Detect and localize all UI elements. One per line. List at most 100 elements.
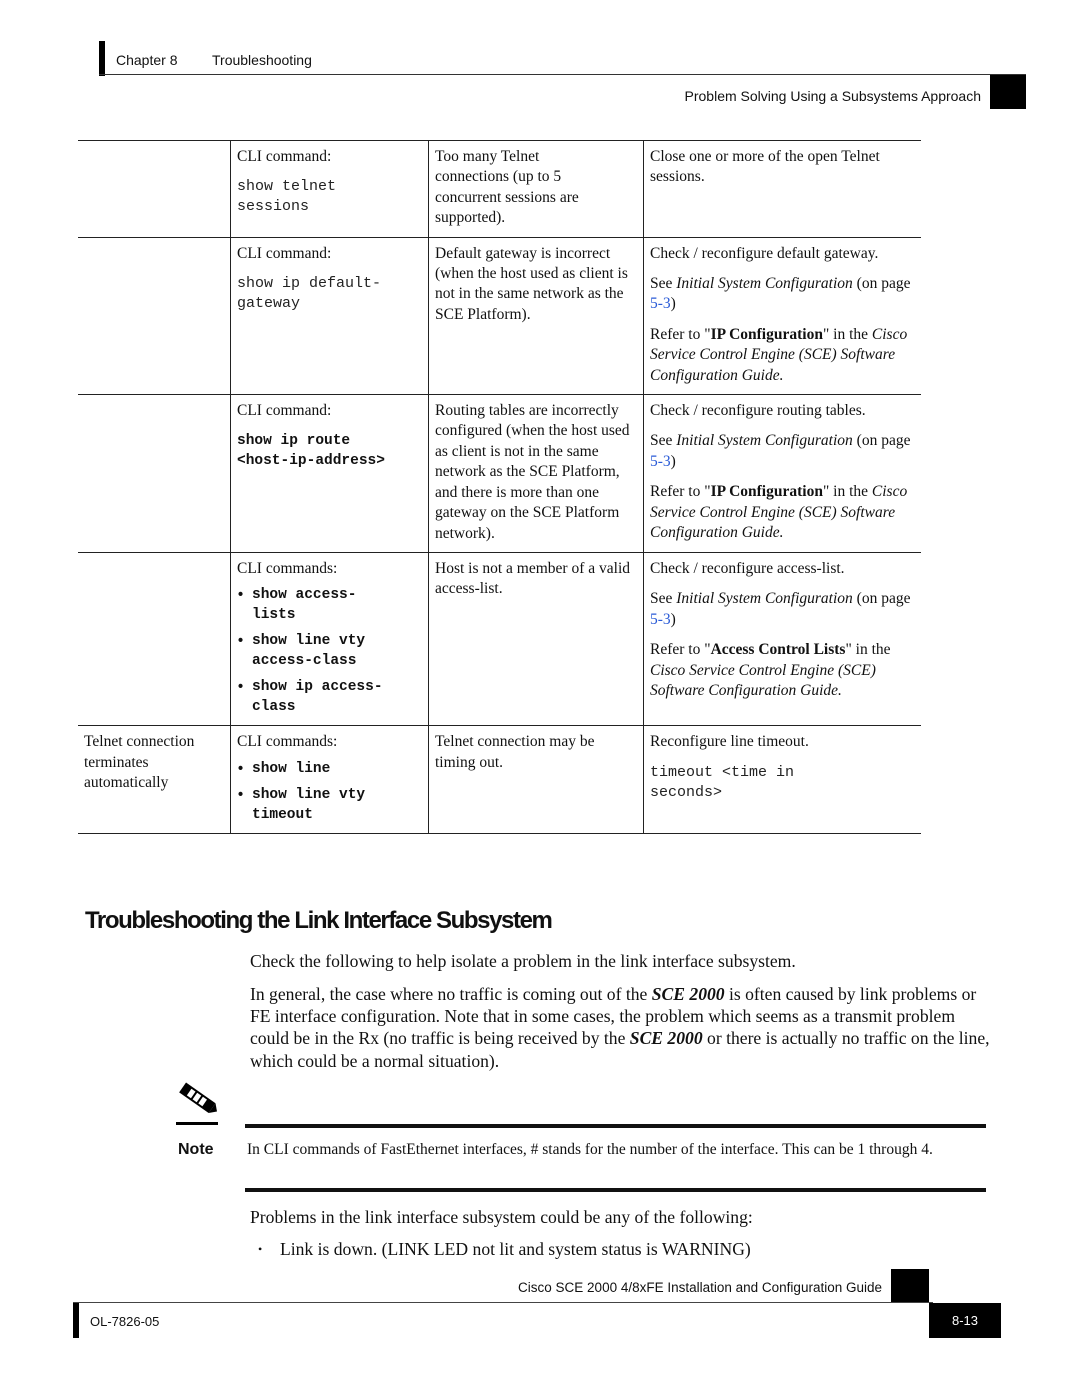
- solution-text: Check / reconfigure access-list.: [650, 559, 845, 577]
- section-heading: Troubleshooting the Link Interface Subsy…: [85, 907, 553, 934]
- note-label: Note: [178, 1141, 214, 1158]
- cause-cell: Default gateway is incorrect (when the h…: [428, 237, 643, 395]
- table-row: CLI command: show ip route <host-ip-addr…: [78, 394, 921, 552]
- cli-command-line: show ip route: [237, 433, 351, 450]
- refer-reference: Refer to "IP Configuration" in the Cisco…: [650, 325, 915, 386]
- table-row: CLI command: show ip default-gateway Def…: [78, 236, 921, 395]
- see-mid: (on page: [852, 275, 911, 293]
- see-reference: See Initial System Configuration (on pag…: [650, 274, 915, 315]
- diagnosis-label: CLI command:: [237, 244, 332, 262]
- see-prefix: See: [650, 432, 677, 450]
- refer-suffix: .: [838, 681, 842, 699]
- cli-command-item: show ip access-class: [237, 677, 407, 717]
- bullet-icon: •: [258, 1242, 263, 1256]
- see-reference: See Initial System Configuration (on pag…: [650, 589, 915, 630]
- cli-command-list: show line show line vty timeout: [237, 759, 422, 825]
- footer-rule: [73, 1302, 933, 1303]
- cli-command-item: show access-lists: [237, 585, 377, 625]
- diagnosis-cell: CLI command: show ip route <host-ip-addr…: [230, 395, 428, 552]
- problem-list-item: • Link is down. (LINK LED not lit and sys…: [258, 1238, 751, 1260]
- problem-cell: [78, 238, 230, 394]
- intro-paragraph: Check the following to help isolate a pr…: [250, 951, 796, 971]
- solution-text: Check / reconfigure routing tables.: [650, 402, 866, 420]
- problem-cell: [78, 395, 230, 552]
- cause-cell: Telnet connection may be timing out.: [428, 726, 643, 833]
- problem-cell: [78, 553, 230, 725]
- cause-cell: Routing tables are incorrectly configure…: [428, 395, 643, 552]
- solution-cell: Close one or more of the open Telnet ses…: [643, 141, 921, 237]
- diagnosis-label: CLI command:: [237, 402, 332, 420]
- header-chapter-title: Troubleshooting: [212, 52, 312, 68]
- note-rule-top: [245, 1124, 986, 1128]
- problem-cell: [78, 141, 230, 237]
- see-mid: (on page: [852, 590, 911, 608]
- troubleshooting-table: CLI command: show telnet sessions Too ma…: [78, 140, 921, 834]
- solution-cell: Check / reconfigure default gateway. See…: [643, 237, 921, 395]
- product-name: SCE 2000: [629, 1028, 703, 1049]
- diagnosis-cell: CLI command: show ip default-gateway: [230, 237, 428, 395]
- refer-reference: Refer to "Access Control Lists" in the C…: [650, 640, 915, 701]
- solution-cell: Reconfigure line timeout. timeout <time …: [643, 726, 921, 833]
- note-pencil-icon: [172, 1080, 222, 1130]
- cli-command-item: show line: [237, 759, 422, 779]
- solution-text: Check / reconfigure default gateway.: [650, 244, 879, 262]
- cause-cell: Too many Telnet connections (up to 5 con…: [428, 141, 643, 237]
- see-prefix: See: [650, 590, 677, 608]
- cli-command: show ip default-gateway: [237, 275, 382, 313]
- page-link[interactable]: 5-3: [650, 611, 671, 628]
- page-link[interactable]: 5-3: [650, 453, 671, 470]
- header-accent-bar: [99, 41, 105, 76]
- problems-intro: Problems in the link interface subsystem…: [250, 1207, 753, 1227]
- solution-cell: Check / reconfigure routing tables. See …: [643, 395, 921, 552]
- note-text: In CLI commands of FastEthernet interfac…: [247, 1141, 933, 1158]
- table-row: CLI command: show telnet sessions Too ma…: [78, 140, 921, 237]
- cli-command: show ip route <host-ip-address>: [237, 431, 422, 471]
- cause-cell: Host is not a member of a valid access-l…: [428, 552, 643, 726]
- cli-command-argument: <host-ip-address>: [237, 453, 385, 470]
- refer-reference: Refer to "IP Configuration" in the Cisco…: [650, 482, 915, 543]
- header-chapter: Chapter 8: [116, 52, 178, 68]
- refer-prefix: Refer to ": [650, 325, 711, 343]
- footer-accent-bar: [73, 1303, 79, 1338]
- problem-text: Link is down. (LINK LED not lit and syst…: [280, 1239, 751, 1259]
- table-row: Telnet connection terminates automatical…: [78, 725, 921, 834]
- refer-prefix: Refer to ": [650, 483, 711, 501]
- diagnosis-cell: CLI commands: show line show line vty ti…: [230, 726, 428, 833]
- header-tab-marker: [990, 75, 1026, 109]
- solution-cell: Check / reconfigure access-list. See Ini…: [643, 552, 921, 726]
- diagnosis-label: CLI command:: [237, 148, 332, 165]
- problem-cell: Telnet connection terminates automatical…: [84, 733, 195, 792]
- diagnosis-label: CLI commands:: [237, 733, 338, 751]
- reference-title: Initial System Configuration: [676, 590, 853, 608]
- page-link[interactable]: 5-3: [650, 295, 671, 312]
- note-rule-bottom: [245, 1188, 986, 1192]
- refer-topic: IP Configuration: [710, 483, 823, 501]
- refer-mid: " in the: [822, 483, 872, 501]
- header-rule: [99, 74, 1026, 75]
- refer-topic: Access Control Lists: [710, 641, 846, 659]
- guide-title: Cisco Service Control Engine (SCE) Softw…: [650, 661, 876, 699]
- see-suffix: ): [670, 295, 676, 313]
- diagnosis-label: CLI commands:: [237, 559, 338, 577]
- solution-command: timeout <time in seconds>: [650, 763, 795, 801]
- footer-guide-title: Cisco SCE 2000 4/8xFE Installation and C…: [518, 1280, 882, 1295]
- refer-topic: IP Configuration: [710, 325, 823, 343]
- refer-prefix: Refer to ": [650, 641, 711, 659]
- refer-suffix: .: [779, 524, 784, 542]
- cli-command-list: show access-lists show line vty access-c…: [237, 585, 422, 717]
- footer-doc-number: OL-7826-05: [90, 1314, 160, 1329]
- solution-text: Reconfigure line timeout.: [650, 733, 809, 751]
- footer-tab-marker: [891, 1269, 929, 1303]
- header-section-title: Problem Solving Using a Subsystems Appro…: [684, 88, 981, 104]
- cli-command-item: show line vty access-class: [237, 631, 397, 671]
- reference-title: Initial System Configuration: [676, 432, 853, 450]
- table-row: CLI commands: show access-lists show lin…: [78, 551, 921, 726]
- see-prefix: See: [650, 275, 677, 293]
- see-reference: See Initial System Configuration (on pag…: [650, 431, 915, 472]
- reference-title: Initial System Configuration: [676, 275, 853, 293]
- explanation-paragraph: In general, the case where no traffic is…: [250, 983, 995, 1072]
- see-suffix: ): [670, 610, 676, 628]
- paragraph-text: In general, the case where no traffic is…: [250, 984, 652, 1004]
- product-name: SCE 2000: [651, 984, 725, 1004]
- cli-command-item: show line vty timeout: [237, 785, 397, 825]
